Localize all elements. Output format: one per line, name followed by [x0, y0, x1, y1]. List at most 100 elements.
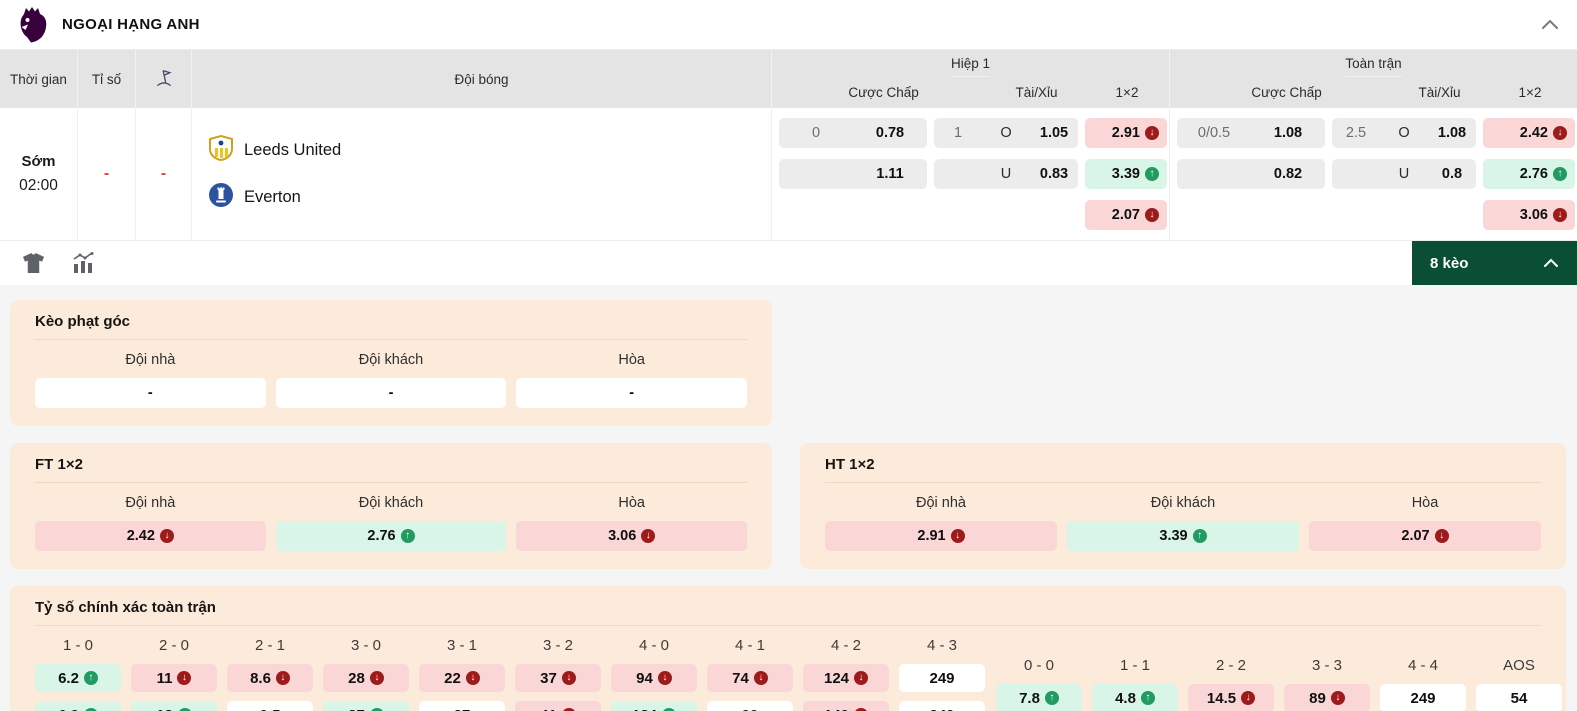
score-label: 3 - 2	[515, 637, 601, 655]
exact-odds-home[interactable]: 8.6	[227, 664, 313, 692]
col-draw-label: Hòa	[516, 495, 747, 511]
score-column: 2 - 1 8.6 9.5	[227, 637, 313, 711]
score-label: 3 - 1	[419, 637, 505, 655]
exact-odds-away[interactable]: 134	[611, 701, 697, 711]
exact-odds-away[interactable]: 37	[323, 701, 409, 711]
everton-crest-icon	[208, 182, 234, 213]
h1-handicap-odds-2[interactable]: 1.11	[779, 159, 927, 189]
exact-odds-away[interactable]: 13	[131, 701, 217, 711]
exact-odds-draw[interactable]: 14.5	[1188, 684, 1274, 711]
odds-value: 2.42	[1520, 125, 1548, 141]
exact-odds-home[interactable]: 124	[803, 664, 889, 692]
exact-odds-draw[interactable]: 89	[1284, 684, 1370, 711]
exact-odds-home[interactable]: 6.2	[35, 664, 121, 692]
col-header-1x2-ft: 1×2	[1519, 85, 1542, 100]
odds-value: 54	[1511, 690, 1528, 707]
exact-odds-home[interactable]: 37	[515, 664, 601, 692]
exact-odds-away[interactable]: 27	[419, 701, 505, 711]
ft1x2-home-odds[interactable]: 2.42	[35, 521, 266, 551]
odds-value: 22	[444, 670, 461, 687]
col-home-label: Đội nhà	[825, 495, 1057, 511]
ft-1x2-odds-2[interactable]: 2.76	[1483, 159, 1575, 189]
exact-odds-draw[interactable]: 249	[1380, 684, 1466, 711]
odds-value: 13	[156, 707, 173, 711]
col-header-1x2-h1: 1×2	[1116, 85, 1139, 100]
odds-value: 124	[824, 670, 849, 687]
odds-value: 1.08	[1251, 125, 1325, 141]
ft-ou-odds-1[interactable]: 2.5 O 1.08	[1332, 118, 1476, 148]
score-column: 2 - 2 14.5	[1188, 657, 1274, 711]
exact-odds-away[interactable]: 9.5	[227, 701, 313, 711]
exact-odds-away[interactable]: 6.9	[35, 701, 121, 711]
odds-value: 1.05	[1030, 125, 1078, 141]
ht-1x2-panel: HT 1×2 Đội nhà 2.91 Đội khách 3.39 Hòa 2…	[800, 443, 1566, 569]
col-group-fulltime: Toàn trận Cược Chấp Tài/Xỉu 1×2	[1170, 50, 1577, 108]
exact-score-panel: Tỷ số chính xác toàn trận 1 - 0 6.2 6.9 …	[10, 586, 1566, 711]
ft1x2-away-odds[interactable]: 2.76	[276, 521, 507, 551]
exact-odds-away[interactable]: 99	[707, 701, 793, 711]
ft-ou-odds-2[interactable]: U 0.8	[1332, 159, 1476, 189]
col-header-handicap-ft: Cược Chấp	[1213, 85, 1361, 100]
ht1x2-home-odds[interactable]: 2.91	[825, 521, 1057, 551]
h1-1x2-odds-3[interactable]: 2.07	[1085, 200, 1167, 230]
h1-ou-odds-1[interactable]: 1 O 1.05	[934, 118, 1078, 148]
col-away-label: Đội khách	[1067, 495, 1299, 511]
ft-handicap-odds-1[interactable]: 0/0.5 1.08	[1177, 118, 1325, 148]
score-label: 4 - 3	[899, 637, 985, 655]
exact-odds-home[interactable]: 22	[419, 664, 505, 692]
exact-odds-draw[interactable]: 7.8	[996, 684, 1082, 711]
ht1x2-draw-odds[interactable]: 2.07	[1309, 521, 1541, 551]
collapse-league-chevron-up-icon[interactable]	[1541, 19, 1559, 30]
score-label: 4 - 1	[707, 637, 793, 655]
score-column: 3 - 3 89	[1284, 657, 1370, 711]
col-header-team: Đội bóng	[192, 50, 772, 108]
group-label-half1: Hiệp 1	[951, 50, 990, 77]
score-column: 3 - 0 28 37	[323, 637, 409, 711]
score-label: 2 - 2	[1188, 657, 1274, 675]
exact-odds-away[interactable]: 249	[899, 701, 985, 711]
bets-count-button[interactable]: 8 kèo	[1412, 241, 1577, 285]
exact-odds-home[interactable]: 74	[707, 664, 793, 692]
col-draw-label: Hòa	[516, 352, 747, 368]
score-column: 4 - 3 249 249	[899, 637, 985, 711]
ht1x2-away-odds[interactable]: 3.39	[1067, 521, 1299, 551]
exact-odds-away[interactable]: 41	[515, 701, 601, 711]
exact-odds-away[interactable]: 149	[803, 701, 889, 711]
ft-handicap-odds-2[interactable]: 0.82	[1177, 159, 1325, 189]
score-label: AOS	[1476, 657, 1562, 675]
ft-1x2-odds-3[interactable]: 3.06	[1483, 200, 1575, 230]
exact-odds-home[interactable]: 11	[131, 664, 217, 692]
score-column: 3 - 2 37 41	[515, 637, 601, 711]
odds-value: 0.83	[1030, 166, 1078, 182]
exact-odds-other[interactable]: 54	[1476, 684, 1562, 711]
home-team-row[interactable]: Leeds United	[208, 135, 771, 166]
score-label: 2 - 0	[131, 637, 217, 655]
h1-handicap-odds-1[interactable]: 0 0.78	[779, 118, 927, 148]
ft-1x2-odds-1[interactable]: 2.42	[1483, 118, 1575, 148]
h1-1x2-odds-1[interactable]: 2.91	[1085, 118, 1167, 148]
statistics-chart-icon[interactable]	[71, 252, 95, 274]
exact-odds-home[interactable]: 94	[611, 664, 697, 692]
ft-1x2-panel: FT 1×2 Đội nhà 2.42 Đội khách 2.76 Hòa 3…	[10, 443, 772, 569]
odds-value: 41	[540, 707, 557, 711]
score-label: 1 - 1	[1092, 657, 1178, 675]
h1-1x2-odds-2[interactable]: 3.39	[1085, 159, 1167, 189]
odds-value: 37	[348, 707, 365, 711]
away-team-row[interactable]: Everton	[208, 182, 771, 213]
exact-odds-home[interactable]: 249	[899, 664, 985, 692]
panel-title: HT 1×2	[825, 456, 1541, 483]
ft1x2-draw-odds[interactable]: 3.06	[516, 521, 747, 551]
bets-collapse-chevron-up-icon	[1543, 255, 1559, 272]
jersey-icon[interactable]	[22, 253, 45, 274]
exact-odds-draw[interactable]: 4.8	[1092, 684, 1178, 711]
odds-value: 8.6	[250, 670, 271, 687]
odds-value: -	[148, 385, 153, 401]
odds-value: 2.42	[127, 528, 155, 544]
exact-odds-home[interactable]: 28	[323, 664, 409, 692]
odds-value: 0.78	[853, 125, 927, 141]
odds-value: 249	[929, 670, 954, 687]
score-label: 2 - 1	[227, 637, 313, 655]
h1-ou-odds-2[interactable]: U 0.83	[934, 159, 1078, 189]
league-header[interactable]: NGOẠI HẠNG ANH	[0, 0, 1577, 50]
odds-value: 249	[1410, 690, 1435, 707]
